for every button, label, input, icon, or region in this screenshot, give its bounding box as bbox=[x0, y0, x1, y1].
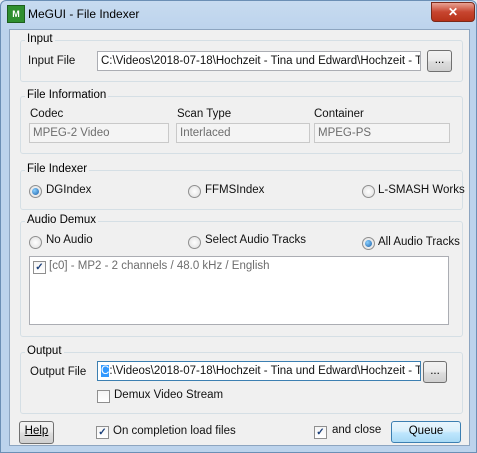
file-indexer-group-label: File Indexer bbox=[25, 163, 90, 175]
audio-track-label[interactable]: [c0] - MP2 - 2 channels / 48.0 kHz / Eng… bbox=[49, 260, 270, 272]
input-browse-button[interactable]: ... bbox=[427, 50, 452, 72]
output-file-field[interactable]: C:\Videos\2018-07-18\Hochzeit - Tina und… bbox=[97, 361, 421, 381]
close-icon: ✕ bbox=[447, 5, 459, 19]
audio-tracks-list[interactable]: ✓ [c0] - MP2 - 2 channels / 48.0 kHz / E… bbox=[29, 256, 449, 325]
close-button[interactable]: ✕ bbox=[431, 2, 475, 22]
lsmash-works-label[interactable]: L-SMASH Works bbox=[378, 184, 465, 196]
demux-video-stream-label[interactable]: Demux Video Stream bbox=[114, 389, 223, 401]
ffmsindex-radio[interactable] bbox=[188, 185, 201, 198]
window-title: MeGUI - File Indexer bbox=[28, 7, 140, 21]
title-bar[interactable]: M MeGUI - File Indexer ✕ bbox=[1, 1, 476, 29]
demux-video-stream-checkbox[interactable] bbox=[97, 390, 110, 403]
on-completion-load-files-checkbox[interactable]: ✓ bbox=[96, 426, 109, 439]
no-audio-label[interactable]: No Audio bbox=[46, 234, 93, 246]
megui-app-icon: M bbox=[7, 5, 25, 23]
output-file-text: :\Videos\2018-07-18\Hochzeit - Tina und … bbox=[109, 365, 421, 377]
dialog-client-area: Input Input File C:\Videos\2018-07-18\Ho… bbox=[9, 29, 470, 446]
codec-label: Codec bbox=[30, 108, 64, 120]
codec-field: MPEG-2 Video bbox=[29, 123, 169, 143]
checkmark-icon: ✓ bbox=[98, 427, 107, 438]
help-label: Help bbox=[24, 425, 49, 437]
file-indexer-window: M MeGUI - File Indexer ✕ Input Input Fil… bbox=[0, 0, 477, 453]
output-browse-button[interactable]: ... bbox=[423, 361, 447, 383]
queue-button[interactable]: Queue bbox=[391, 421, 461, 443]
file-information-group-label: File Information bbox=[25, 89, 109, 101]
on-completion-load-files-label[interactable]: On completion load files bbox=[113, 425, 236, 437]
all-audio-tracks-label[interactable]: All Audio Tracks bbox=[378, 236, 460, 248]
audio-demux-group-label: Audio Demux bbox=[25, 214, 99, 226]
output-file-label: Output File bbox=[30, 366, 87, 378]
dgindex-label[interactable]: DGIndex bbox=[46, 184, 91, 196]
no-audio-radio[interactable] bbox=[29, 236, 42, 249]
and-close-label[interactable]: and close bbox=[332, 424, 381, 436]
dgindex-radio[interactable] bbox=[29, 185, 42, 198]
help-button[interactable]: Help bbox=[19, 421, 54, 444]
audio-track-checkbox[interactable]: ✓ bbox=[33, 261, 46, 274]
input-group-label: Input bbox=[25, 33, 55, 45]
ffmsindex-label[interactable]: FFMSIndex bbox=[205, 184, 264, 196]
select-audio-tracks-radio[interactable] bbox=[188, 236, 201, 249]
container-label: Container bbox=[314, 108, 364, 120]
output-group-label: Output bbox=[25, 345, 64, 357]
container-field: MPEG-PS bbox=[314, 123, 450, 143]
checkmark-icon: ✓ bbox=[35, 262, 44, 273]
lsmash-works-radio[interactable] bbox=[362, 185, 375, 198]
scan-type-field: Interlaced bbox=[176, 123, 310, 143]
all-audio-tracks-radio[interactable] bbox=[362, 237, 375, 250]
and-close-checkbox[interactable]: ✓ bbox=[314, 426, 327, 439]
scan-type-label: Scan Type bbox=[177, 108, 232, 120]
input-file-field[interactable]: C:\Videos\2018-07-18\Hochzeit - Tina und… bbox=[97, 51, 421, 71]
input-file-label: Input File bbox=[28, 55, 76, 67]
select-audio-tracks-label[interactable]: Select Audio Tracks bbox=[205, 234, 306, 246]
checkmark-icon: ✓ bbox=[316, 427, 325, 438]
